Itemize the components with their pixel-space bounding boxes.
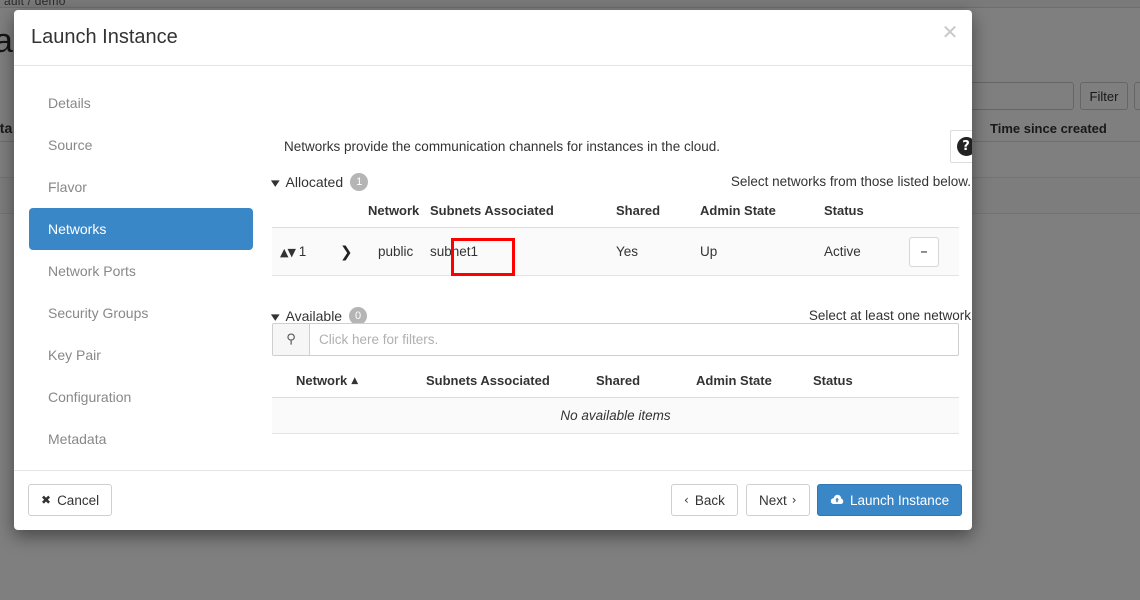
wizard-step-nav: Details Source Flavor Networks Network P… xyxy=(29,82,253,460)
allocated-table-wrapper: Network Subnets Associated Shared Admin … xyxy=(269,197,971,276)
allocated-col-network: Network xyxy=(368,197,430,228)
sidebar-item-details[interactable]: Details xyxy=(29,82,253,124)
available-table: Network ▲ Subnets Associated Shared Admin… xyxy=(272,367,959,434)
sidebar-item-metadata[interactable]: Metadata xyxy=(29,418,253,460)
row-admin-state-value: Up xyxy=(700,227,824,276)
available-col-network[interactable]: Network ▲ xyxy=(296,367,426,398)
allocated-col-order xyxy=(272,197,340,228)
sidebar-item-flavor[interactable]: Flavor xyxy=(29,166,253,208)
sidebar-item-network-ports[interactable]: Network Ports xyxy=(29,250,253,292)
sort-updown-icon: ▲▼ xyxy=(280,246,296,259)
row-actions-cell: – xyxy=(909,227,959,276)
allocated-col-expand xyxy=(340,197,368,228)
back-button-label: Back xyxy=(694,492,725,508)
available-col-spacer xyxy=(272,367,296,398)
available-table-header-row: Network ▲ Subnets Associated Shared Admin… xyxy=(272,367,959,398)
available-col-status[interactable]: Status xyxy=(813,367,959,398)
allocated-col-admin-state: Admin State xyxy=(700,197,824,228)
available-col-subnets[interactable]: Subnets Associated xyxy=(426,367,596,398)
sidebar-item-source[interactable]: Source xyxy=(29,124,253,166)
row-shared-value: Yes xyxy=(616,227,700,276)
available-filter-bar[interactable]: ⚲ xyxy=(272,323,959,356)
next-button[interactable]: Next › xyxy=(746,484,810,516)
row-subnets-value: subnet1 xyxy=(430,227,616,276)
allocated-table: Network Subnets Associated Shared Admin … xyxy=(272,197,959,276)
available-col-network-label: Network xyxy=(296,373,348,388)
close-icon[interactable]: ✕ xyxy=(939,21,961,43)
available-col-admin-state[interactable]: Admin State xyxy=(696,367,813,398)
available-label: Available xyxy=(285,308,343,324)
allocated-col-subnets: Subnets Associated xyxy=(430,197,616,228)
available-hint: Select at least one network xyxy=(808,308,971,323)
modal-title: Launch Instance xyxy=(31,26,178,48)
sidebar-item-configuration[interactable]: Configuration xyxy=(29,376,253,418)
chevron-left-icon: ‹ xyxy=(684,493,689,507)
sidebar-item-security-groups[interactable]: Security Groups xyxy=(29,292,253,334)
row-expand-cell[interactable]: ❯ xyxy=(340,227,368,276)
launch-instance-button-label: Launch Instance xyxy=(850,492,950,508)
close-x-icon: ✖ xyxy=(41,493,52,507)
row-order-number: 1 xyxy=(298,244,307,259)
modal-footer: ✖ Cancel ‹ Back Next › Launch Instance xyxy=(14,470,972,529)
row-network-value: public xyxy=(378,244,414,259)
networks-step-content: Networks provide the communication chann… xyxy=(269,66,972,470)
row-status-value: Active xyxy=(824,227,909,276)
allocated-section-header: ▾ Allocated 1 Select networks from those l… xyxy=(269,173,971,195)
sidebar-item-key-pair[interactable]: Key Pair xyxy=(29,334,253,376)
allocated-label: Allocated xyxy=(285,174,344,190)
allocated-col-status: Status xyxy=(824,197,909,228)
sort-ascending-icon: ▲ xyxy=(351,376,359,386)
launch-instance-button[interactable]: Launch Instance xyxy=(817,484,963,516)
chevron-down-icon: ▾ xyxy=(270,176,280,191)
launch-instance-modal: Launch Instance ✕ Details Source Flavor … xyxy=(14,10,972,530)
available-table-wrapper: Network ▲ Subnets Associated Shared Admin… xyxy=(269,367,971,434)
allocated-hint: Select networks from those listed below. xyxy=(730,174,971,189)
chevron-right-icon[interactable]: ❯ xyxy=(340,243,353,261)
available-col-shared[interactable]: Shared xyxy=(596,367,696,398)
remove-network-button[interactable]: – xyxy=(909,236,939,267)
modal-body: Details Source Flavor Networks Network P… xyxy=(14,66,972,470)
empty-state-message: No available items xyxy=(272,397,959,434)
intro-description: Networks provide the communication chann… xyxy=(284,139,720,154)
allocated-count-badge: 1 xyxy=(350,173,369,191)
allocated-toggle[interactable]: ▾ Allocated 1 xyxy=(270,173,369,191)
cloud-upload-icon xyxy=(830,494,844,506)
sidebar-item-networks[interactable]: Networks xyxy=(29,208,253,250)
empty-state-row: No available items xyxy=(272,397,959,434)
search-icon: ⚲ xyxy=(273,324,310,355)
allocated-col-shared: Shared xyxy=(616,197,700,228)
allocated-col-actions xyxy=(909,197,959,228)
search-input[interactable] xyxy=(310,324,958,355)
cancel-button[interactable]: ✖ Cancel xyxy=(28,484,113,516)
question-mark-icon: ? xyxy=(956,137,972,156)
modal-header: Launch Instance ✕ xyxy=(14,10,972,66)
row-network-cell: public xyxy=(368,227,515,276)
chevron-right-icon: › xyxy=(791,493,797,507)
help-icon[interactable]: ? xyxy=(950,130,972,163)
next-button-label: Next xyxy=(759,492,787,508)
cancel-button-label: Cancel xyxy=(57,492,100,508)
table-row[interactable]: ▲▼ 1 ❯ public subnet1 Yes Up Active – xyxy=(272,227,959,276)
allocated-table-header-row: Network Subnets Associated Shared Admin … xyxy=(272,197,959,228)
row-order-handle[interactable]: ▲▼ 1 xyxy=(272,227,340,276)
back-button[interactable]: ‹ Back xyxy=(671,484,738,516)
